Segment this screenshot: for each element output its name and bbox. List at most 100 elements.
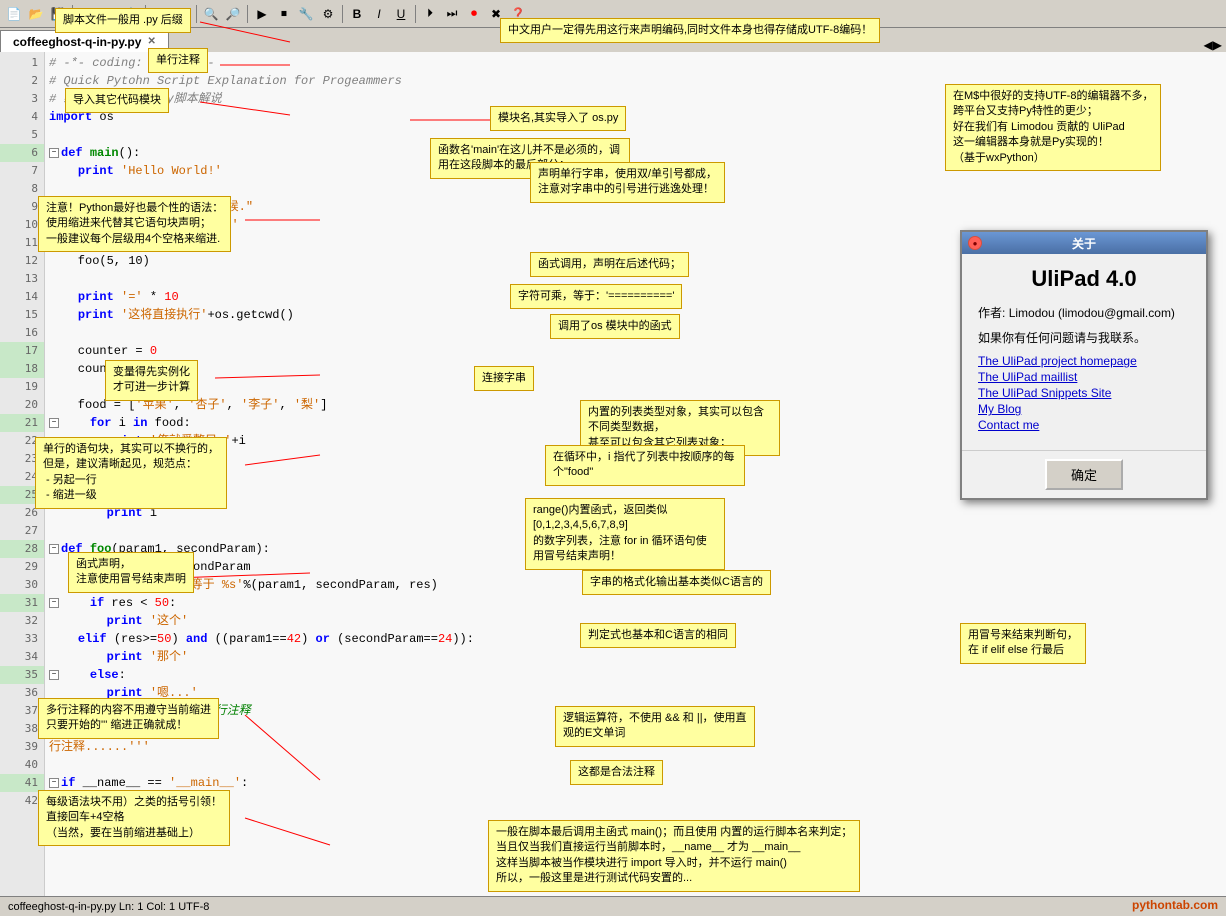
line-num-17: 17 <box>0 342 44 360</box>
line-num-1: 1 <box>0 54 44 72</box>
annotation-legal-comment: 这都是合法注释 <box>570 760 663 785</box>
stop-icon[interactable]: ⏹ <box>274 4 294 24</box>
italic-icon[interactable]: I <box>369 4 389 24</box>
search-icon[interactable]: 🔍 <box>201 4 221 24</box>
step-icon[interactable]: ⏭ <box>442 4 462 24</box>
underline-icon[interactable]: U <box>391 4 411 24</box>
dialog-title: 关于 <box>1072 235 1096 252</box>
tab-next-icon[interactable]: ▶ <box>1213 38 1222 52</box>
annotation-format-string: 字串的格式化输出基本类似C语言的 <box>582 570 771 595</box>
line-num-31: 31 <box>0 594 44 612</box>
line-num-34: 34 <box>0 648 44 666</box>
line-num-21: 21 <box>0 414 44 432</box>
annotation-condition: 判定式也基本和C语言的相同 <box>580 623 736 648</box>
line-num-20: 20 <box>0 396 44 414</box>
annotation-logical-ops: 逻辑运算符，不使用 && 和 ||，使用直观的E文单词 <box>555 706 755 747</box>
dialog-author-value: Limodou (limodou@gmail.com) <box>1009 306 1175 320</box>
annotation-os-module: 调用了os 模块中的函式 <box>550 314 680 339</box>
annotation-single-comment: 单行注释 <box>148 48 208 73</box>
tab-label: coffeeghost-q-in-py.py <box>13 35 141 49</box>
fold-btn-21[interactable]: − <box>49 418 59 428</box>
fold-btn-41[interactable]: − <box>49 778 59 788</box>
line-num-40: 40 <box>0 756 44 774</box>
dialog-app-name: UliPad 4.0 <box>978 266 1190 292</box>
annotation-string-multiply: 字符可乘，等于：'==========' <box>510 284 682 309</box>
annotation-main-call: 一般在脚本最后调用主函式 main()；而且使用 内置的运行脚本名来判定；当且仅… <box>488 820 860 892</box>
code-line-31: − if res < 50: <box>49 594 1222 612</box>
dialog-body: UliPad 4.0 作者: Limodou (limodou@gmail.co… <box>962 254 1206 446</box>
tab-navigation: ◀ ▶ <box>1204 38 1226 52</box>
toolbar-separator-6 <box>415 5 416 23</box>
line-num-35: 35 <box>0 666 44 684</box>
watermark: pythontab.com <box>1132 898 1218 912</box>
replace-icon[interactable]: 🔎 <box>223 4 243 24</box>
dialog-titlebar: ● 关于 <box>962 232 1206 254</box>
fold-btn-31[interactable]: − <box>49 598 59 608</box>
status-bar: coffeeghost-q-in-py.py Ln: 1 Col: 1 UTF-… <box>0 896 1226 916</box>
line-num-29: 29 <box>0 558 44 576</box>
toolbar-separator-4 <box>247 5 248 23</box>
annotation-single-block: 单行的语句块，其实可以不换行的，但是，建议清晰起见，规范点： - 另起一行 - … <box>35 437 227 509</box>
fold-btn-35[interactable]: − <box>49 670 59 680</box>
annotation-range: range()内置函式，返回类似[0,1,2,3,4,5,6,7,8,9]的数字… <box>525 498 725 570</box>
annotation-script-extension: 脚本文件一般用 .py 后缀 <box>55 8 191 33</box>
line-num-28: 28 <box>0 540 44 558</box>
dialog-link-maillist[interactable]: The UliPad maillist <box>978 370 1190 384</box>
annotation-indentation: 注意！Python最好也最个性的语法：使用缩进来代替其它语句块声明；一般建议每个… <box>38 196 231 252</box>
annotation-func-decl: 函式声明，注意使用冒号结束声明 <box>68 552 194 593</box>
toolbar-separator-5 <box>342 5 343 23</box>
toolbar-separator-3 <box>196 5 197 23</box>
annotation-encoding: 中文用户一定得先用这行来声明编码,同时文件本身也得存储成UTF-8编码！ <box>500 18 880 43</box>
annotation-no-braces: 每级语法块不用）之类的括号引领！直接回车+4空格（当然，要在当前缩进基础上） <box>38 790 230 846</box>
annotation-loop-var: 在循环中，i 指代了列表中按顺序的每个"food" <box>545 445 745 486</box>
status-text: coffeeghost-q-in-py.py Ln: 1 Col: 1 UTF-… <box>8 901 209 913</box>
dialog-close-button[interactable]: ● <box>968 236 982 250</box>
breakpoint-icon[interactable]: ⏺ <box>464 4 484 24</box>
dialog-ok-button[interactable]: 确定 <box>1045 459 1123 490</box>
annotation-utf8-editor: 在M$中很好的支持UTF-8的编辑器不多，跨平台又支持Py特性的更少；好在我们有… <box>945 84 1161 171</box>
code-line-1: # -*- coding: utf-8 -*- <box>49 54 1222 72</box>
about-dialog: ● 关于 UliPad 4.0 作者: Limodou (limodou@gma… <box>960 230 1208 500</box>
line-num-15: 15 <box>0 306 44 324</box>
line-num-16: 16 <box>0 324 44 342</box>
line-num-13: 13 <box>0 270 44 288</box>
annotation-import: 导入其它代码模块 <box>65 88 169 113</box>
dialog-author-line: 作者: Limodou (limodou@gmail.com) <box>978 304 1190 323</box>
dialog-link-snippets[interactable]: The UliPad Snippets Site <box>978 386 1190 400</box>
line-num-32: 32 <box>0 612 44 630</box>
open-file-icon[interactable]: 📂 <box>26 4 46 24</box>
tab-prev-icon[interactable]: ◀ <box>1204 38 1213 52</box>
line-num-3: 3 <box>0 90 44 108</box>
play-icon[interactable]: ⏵ <box>420 4 440 24</box>
line-num-39: 39 <box>0 738 44 756</box>
line-num-5: 5 <box>0 126 44 144</box>
annotation-variable: 变量得先实例化才可进一步计算 <box>105 360 198 401</box>
run-icon[interactable]: ▶ <box>252 4 272 24</box>
dialog-link-homepage[interactable]: The UliPad project homepage <box>978 354 1190 368</box>
line-num-33: 33 <box>0 630 44 648</box>
line-num-18: 18 <box>0 360 44 378</box>
dialog-contact-text: 如果你有任何问题请与我联系。 <box>978 329 1190 348</box>
annotation-multiline-comment: 多行注释的内容不用遵守当前缩进只要开始的''' 缩进正确就成！ <box>38 698 219 739</box>
code-line-35: − else: <box>49 666 1222 684</box>
annotation-string-concat: 连接字串 <box>474 366 534 391</box>
dialog-footer: 确定 <box>962 450 1206 498</box>
line-num-30: 30 <box>0 576 44 594</box>
dialog-link-contact[interactable]: Contact me <box>978 418 1190 432</box>
settings-icon[interactable]: ⚙ <box>318 4 338 24</box>
bold-icon[interactable]: B <box>347 4 367 24</box>
dialog-author-label: 作者: <box>978 306 1005 320</box>
tab-close-icon[interactable]: ✕ <box>147 36 155 47</box>
line-num-27: 27 <box>0 522 44 540</box>
dialog-link-blog[interactable]: My Blog <box>978 402 1190 416</box>
annotation-colon-condition: 用冒号来结束判断句，在 if elif else 行最后 <box>960 623 1086 664</box>
debug-icon[interactable]: 🔧 <box>296 4 316 24</box>
line-num-7: 7 <box>0 162 44 180</box>
line-num-6: 6 <box>0 144 44 162</box>
annotation-function-call: 函式调用，声明在后述代码； <box>530 252 689 277</box>
annotation-module-name: 模块名,其实导入了 os.py <box>490 106 626 131</box>
fold-btn-28[interactable]: − <box>49 544 59 554</box>
fold-btn-6[interactable]: − <box>49 148 59 158</box>
new-file-icon[interactable]: 📄 <box>4 4 24 24</box>
code-line-36: print '嗯...' <box>49 684 1222 702</box>
